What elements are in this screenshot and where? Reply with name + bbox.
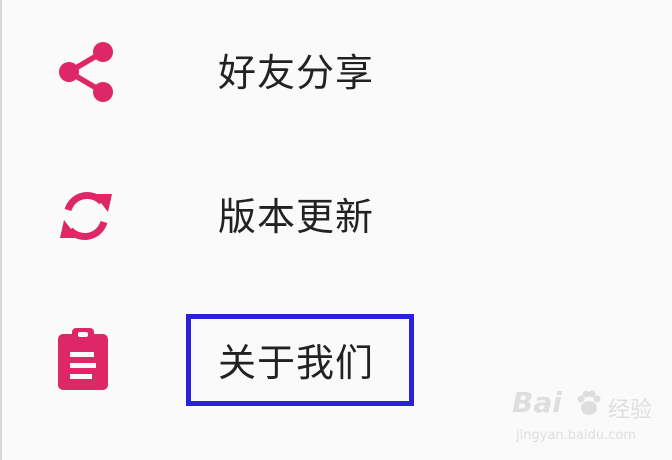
- paw-icon: [577, 390, 601, 415]
- menu-item-update[interactable]: 版本更新: [0, 156, 672, 276]
- menu-item-label: 好友分享: [218, 51, 375, 95]
- menu-item-share[interactable]: 好友分享: [0, 12, 672, 132]
- baidu-jingyan-watermark: Bai 经验 jingyan.baidu.com: [512, 384, 662, 454]
- menu-item-label: 版本更新: [218, 195, 375, 239]
- clipboard-icon: [58, 328, 108, 390]
- refresh-icon: [60, 192, 112, 240]
- watermark-url: jingyan.baidu.com: [516, 428, 636, 443]
- watermark-brand: Bai: [512, 386, 562, 419]
- watermark-brand-tail: 经验: [608, 398, 653, 423]
- share-icon: [59, 42, 113, 102]
- highlight-box: [186, 314, 414, 406]
